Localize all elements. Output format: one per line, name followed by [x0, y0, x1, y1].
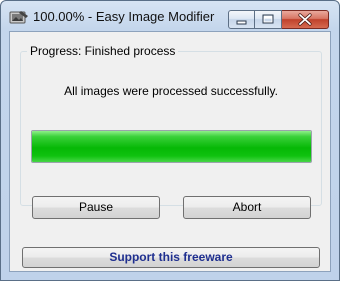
- progress-bar: [31, 130, 312, 163]
- progress-group-box: [20, 51, 322, 206]
- status-message: All images were processed successfully.: [64, 84, 278, 98]
- close-icon: [298, 13, 312, 26]
- abort-button[interactable]: Abort: [183, 196, 311, 219]
- dialog-body: Progress: Finished process All images we…: [9, 31, 331, 272]
- pause-button[interactable]: Pause: [32, 196, 160, 219]
- progress-bar-fill: [32, 131, 311, 162]
- maximize-icon: [262, 14, 274, 24]
- image-modifier-app-icon: [9, 11, 28, 24]
- title-bar[interactable]: 100.00% - Easy Image Modifier: [1, 1, 339, 31]
- support-freeware-button[interactable]: Support this freeware: [22, 247, 320, 268]
- progress-window: 100.00% - Easy Image Modifier Progress: …: [0, 0, 340, 281]
- window-title: 100.00% - Easy Image Modifier: [33, 9, 215, 24]
- maximize-button[interactable]: [255, 10, 282, 29]
- progress-group-label: Progress: Finished process: [27, 44, 179, 58]
- close-button[interactable]: [282, 10, 329, 29]
- minimize-icon: [236, 20, 247, 25]
- minimize-button[interactable]: [228, 10, 255, 29]
